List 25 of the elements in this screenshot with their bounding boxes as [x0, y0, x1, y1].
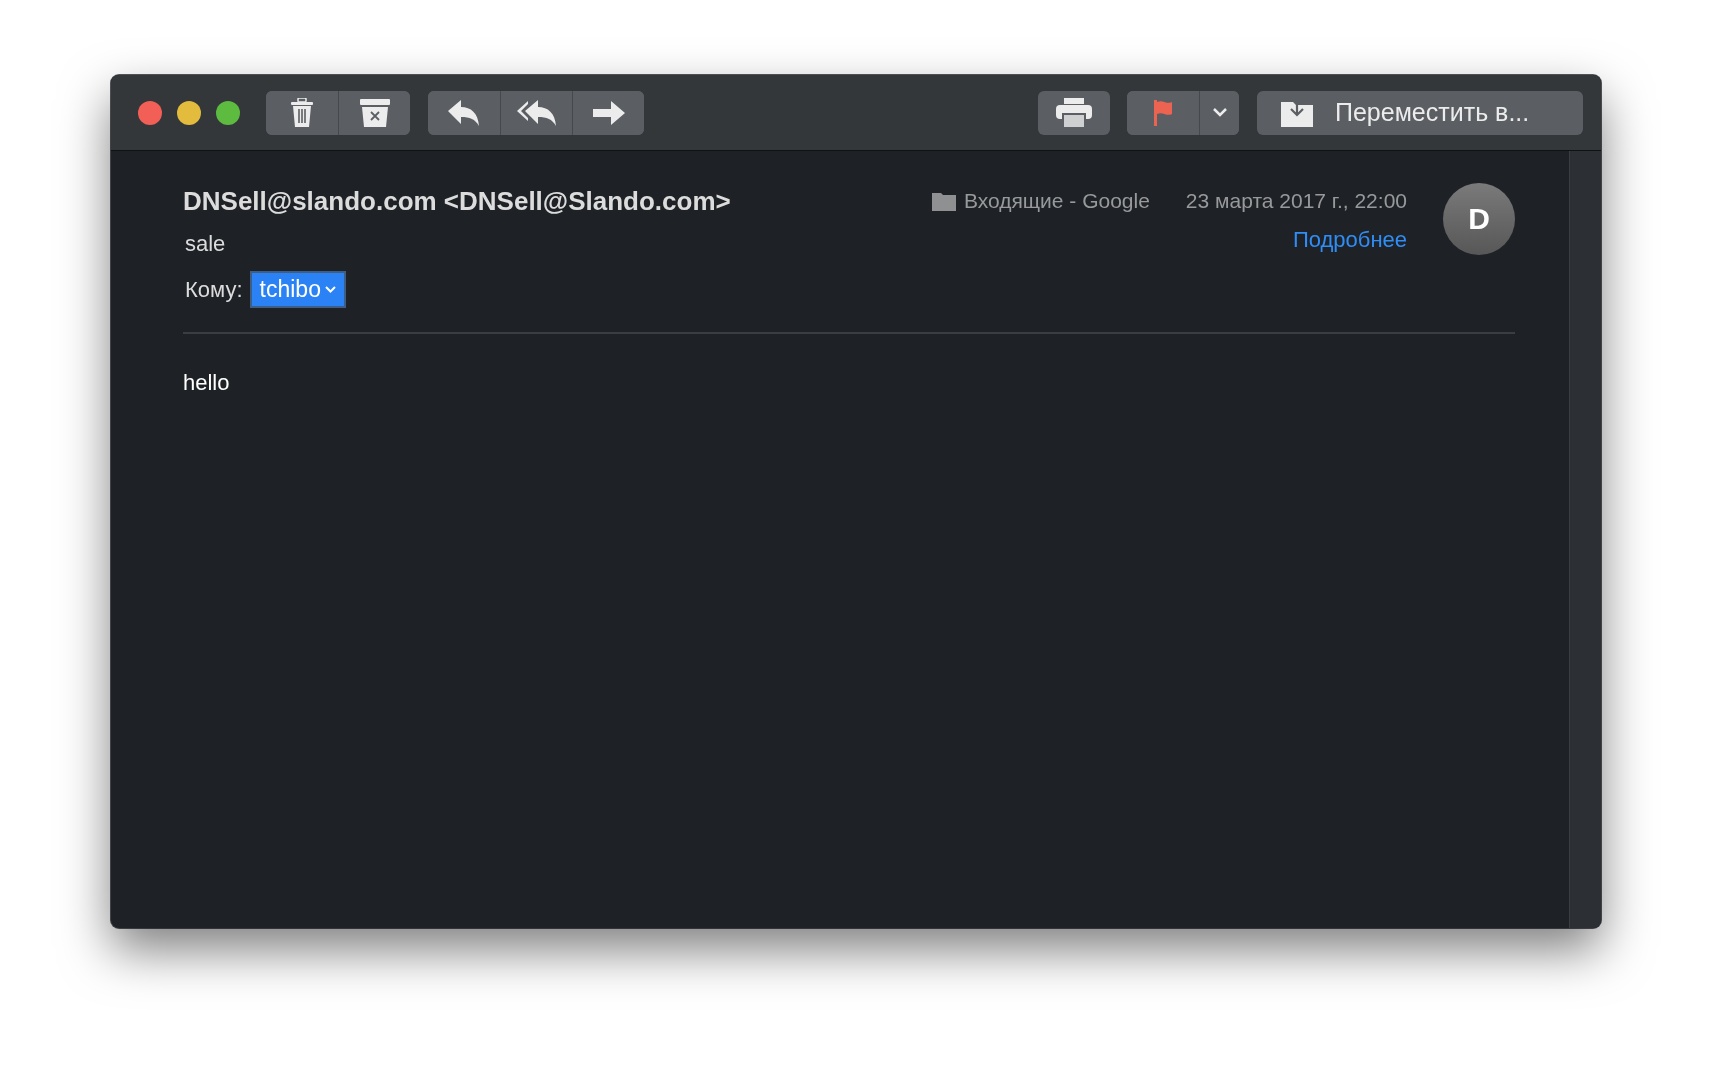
close-button[interactable] [138, 100, 162, 125]
to-label: Кому: [185, 276, 243, 303]
chevron-down-icon [1212, 108, 1227, 117]
archive-button[interactable] [338, 90, 410, 135]
details-link[interactable]: Подробнее [1292, 227, 1407, 253]
reply-arrow-icon [448, 99, 480, 126]
trash-icon [290, 97, 314, 128]
flag-menu-button[interactable] [1199, 90, 1239, 135]
right-arrow-icon [592, 100, 625, 125]
recipient-chip[interactable]: tchibo [249, 271, 346, 308]
minimize-button[interactable] [177, 100, 201, 125]
sender-address: DNSell@slando.com <DNSell@Slando.com> [183, 186, 732, 217]
archive-box-icon [359, 98, 390, 127]
zoom-button[interactable] [216, 100, 240, 125]
chevron-down-icon [324, 286, 336, 293]
sender-avatar: D [1443, 183, 1515, 255]
mailbox-name: Входящие - Google [963, 189, 1150, 213]
subject-text: sale [185, 231, 227, 257]
forward-button[interactable] [572, 90, 644, 135]
folder-icon [931, 191, 956, 211]
reply-all-arrow-icon [516, 99, 557, 126]
flag-icon [1153, 99, 1173, 126]
message-body: hello [183, 370, 231, 396]
printer-icon [1056, 97, 1092, 128]
message-date: 23 марта 2017 г., 22:00 [1185, 189, 1407, 213]
